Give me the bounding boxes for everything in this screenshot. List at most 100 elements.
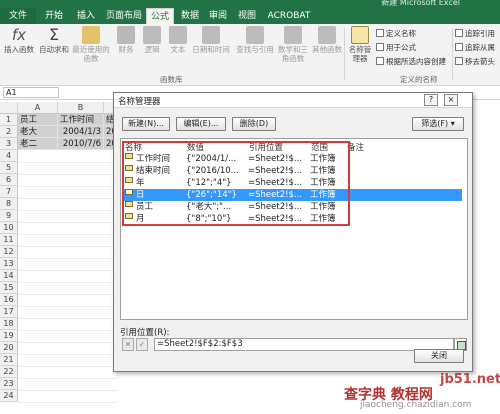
grid-line (18, 198, 118, 199)
text-button[interactable]: 文本 (166, 26, 190, 54)
row-header[interactable]: 14 (0, 270, 18, 282)
row-header[interactable]: 9 (0, 210, 18, 222)
cell-b1[interactable]: 工作时间 (58, 114, 104, 126)
tab-view[interactable]: 视图 (234, 8, 260, 24)
row-header[interactable]: 20 (0, 342, 18, 354)
name-list-item[interactable]: 月 {"8";"10"} =Sheet2!$... 工作簿 (122, 213, 462, 225)
refers-to-cell: =Sheet2!$... (248, 166, 303, 176)
filter-button[interactable]: 筛选(F) ▾ (412, 117, 464, 131)
cancel-edit-icon[interactable]: ✕ (122, 338, 134, 351)
row-header[interactable]: 1 (0, 114, 18, 126)
grid-line (18, 186, 118, 187)
logical-button[interactable]: 逻辑 (140, 26, 164, 54)
new-name-button[interactable]: 新建(N)... (122, 117, 170, 131)
create-from-selection-button[interactable]: 根据所选内容创建 (376, 56, 446, 67)
tab-file[interactable]: 文件 (0, 8, 36, 24)
use-in-formula-icon (376, 43, 384, 51)
value-cell: {"12";"4"} (186, 178, 232, 188)
confirm-edit-icon[interactable]: ✓ (136, 338, 148, 351)
name-list-item[interactable]: 日 {"26";"14"} =Sheet2!$... 工作簿 (122, 189, 462, 201)
dialog-title-bar[interactable]: 名称管理器 ? × (114, 93, 472, 108)
scope-cell: 工作簿 (310, 190, 336, 200)
lookup-reference-button[interactable]: 查找与引用 (234, 26, 276, 54)
row-header[interactable]: 8 (0, 198, 18, 210)
name-tag-icon (125, 177, 133, 183)
row-header[interactable]: 23 (0, 378, 18, 390)
define-name-button[interactable]: 定义名称 (376, 28, 416, 39)
refers-to-input[interactable]: =Sheet2!$F$2:$F$3 (154, 338, 454, 351)
date-time-button[interactable]: 日期和时间 (190, 26, 232, 54)
math-trig-button[interactable]: 数学和三角函数 (278, 26, 308, 63)
name-list-item[interactable]: 工作时间 {"2004/1/... =Sheet2!$... 工作簿 (122, 153, 462, 165)
row-header[interactable]: 16 (0, 294, 18, 306)
tab-page-layout[interactable]: 页面布局 (104, 8, 144, 24)
name-list-item[interactable]: 员工 {"老大";"... =Sheet2!$... 工作簿 (122, 201, 462, 213)
tab-formulas[interactable]: 公式 (146, 8, 174, 24)
insert-function-button[interactable]: fx 插入函数 (2, 26, 36, 54)
row-header[interactable]: 2 (0, 126, 18, 138)
names-list[interactable]: 名称 数值 引用位置 范围 备注 工作时间 {"2004/1/... =Sheet2… (120, 138, 468, 320)
row-header[interactable]: 17 (0, 306, 18, 318)
tab-data[interactable]: 数据 (178, 8, 202, 24)
header-name[interactable]: 名称 (125, 141, 142, 153)
cell-b3[interactable]: 2010/7/6 (58, 138, 104, 150)
autosum-button[interactable]: Σ 自动求和 (38, 26, 70, 55)
row-header[interactable]: 18 (0, 318, 18, 330)
row-header[interactable]: 21 (0, 354, 18, 366)
name-box[interactable]: A1 (3, 87, 59, 98)
grid-line (18, 222, 118, 223)
row-header[interactable]: 22 (0, 366, 18, 378)
cell-b2[interactable]: 2004/1/3 (58, 126, 104, 138)
name-list-item[interactable]: 年 {"12";"4"} =Sheet2!$... 工作簿 (122, 177, 462, 189)
trace-dependents-button[interactable]: 追踪从属 (455, 42, 495, 53)
header-scope[interactable]: 范围 (311, 141, 328, 153)
grid-line (18, 270, 118, 271)
tab-acrobat[interactable]: ACROBAT (266, 8, 312, 24)
recent-functions-button[interactable]: 最近使用的函数 (72, 26, 110, 63)
remove-arrows-icon (455, 57, 463, 65)
name-manager-button[interactable]: 名称管理器 (346, 26, 374, 63)
edit-name-button[interactable]: 编辑(E)... (176, 117, 226, 131)
tab-review[interactable]: 审阅 (206, 8, 230, 24)
refers-to-cell: =Sheet2!$... (248, 214, 303, 224)
select-all-corner[interactable] (0, 102, 18, 114)
cell-a3[interactable]: 老二 (18, 138, 58, 150)
clock-book-icon (202, 26, 220, 44)
close-button[interactable]: 关闭 (414, 349, 464, 363)
dialog-close-icon[interactable]: × (444, 94, 458, 106)
row-header[interactable]: 6 (0, 174, 18, 186)
row-header[interactable]: 24 (0, 390, 18, 402)
remove-arrows-button[interactable]: 移去箭头 (455, 56, 495, 67)
cell-a1[interactable]: 员工 (18, 114, 58, 126)
column-header-b[interactable]: B (58, 102, 104, 114)
grid-line (18, 330, 118, 331)
row-header[interactable]: 7 (0, 186, 18, 198)
delete-name-button[interactable]: 删除(D) (232, 117, 276, 131)
header-refers-to[interactable]: 引用位置 (249, 141, 283, 153)
more-functions-button[interactable]: 其他函数 (310, 26, 344, 54)
star-book-icon (82, 26, 100, 44)
use-in-formula-button[interactable]: 用于公式 (376, 42, 416, 53)
row-header[interactable]: 19 (0, 330, 18, 342)
header-value[interactable]: 数值 (187, 141, 204, 153)
name-list-item[interactable]: 结束时间 {"2016/10... =Sheet2!$... 工作簿 (122, 165, 462, 177)
row-header[interactable]: 4 (0, 150, 18, 162)
tab-insert[interactable]: 插入 (72, 8, 100, 24)
row-header[interactable]: 15 (0, 282, 18, 294)
grid-line (18, 402, 118, 403)
trace-precedents-button[interactable]: 追踪引用 (455, 28, 495, 39)
tab-home[interactable]: 开始 (40, 8, 68, 24)
row-header[interactable]: 5 (0, 162, 18, 174)
row-header[interactable]: 10 (0, 222, 18, 234)
financial-button[interactable]: 财务 (114, 26, 138, 54)
scope-cell: 工作簿 (310, 178, 336, 188)
filter-label: 筛选(F) (421, 119, 449, 128)
row-header[interactable]: 3 (0, 138, 18, 150)
header-comment[interactable]: 备注 (347, 141, 364, 153)
row-header[interactable]: 12 (0, 246, 18, 258)
row-header[interactable]: 11 (0, 234, 18, 246)
cell-a2[interactable]: 老大 (18, 126, 58, 138)
help-button[interactable]: ? (424, 94, 438, 106)
column-header-a[interactable]: A (18, 102, 58, 114)
row-header[interactable]: 13 (0, 258, 18, 270)
